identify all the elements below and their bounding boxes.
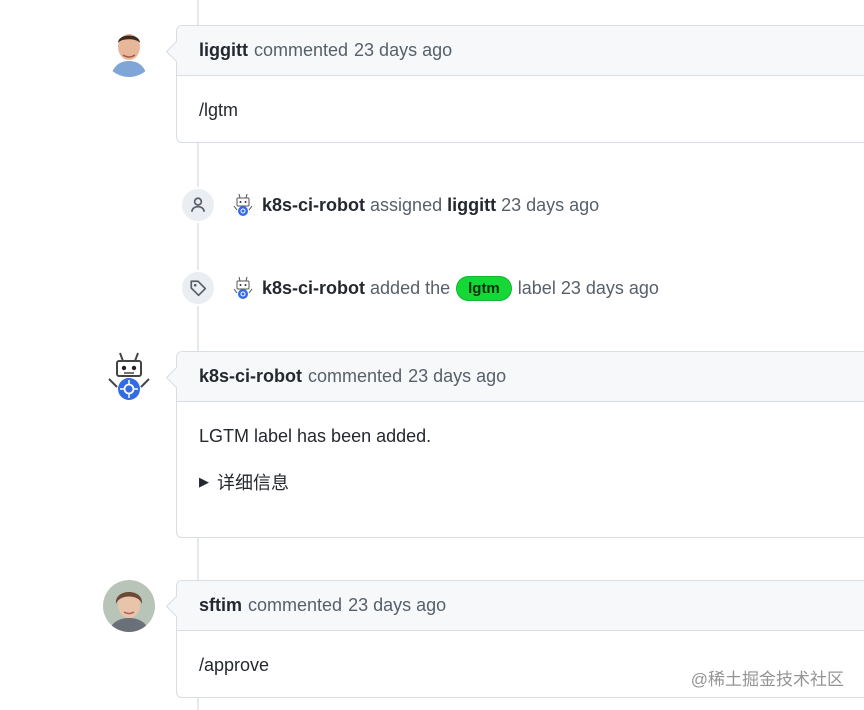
details-toggle[interactable]: ▶ 详细信息 <box>199 469 853 495</box>
comment-author[interactable]: liggitt <box>199 40 248 61</box>
avatar-liggitt[interactable] <box>103 25 155 77</box>
robot-avatar-icon <box>108 352 150 400</box>
comment-verb: commented <box>308 366 403 386</box>
watermark: @稀土掘金技术社区 <box>690 670 844 689</box>
robot-avatar-icon[interactable] <box>230 192 256 218</box>
comment-author[interactable]: k8s-ci-robot <box>199 366 302 387</box>
event-action: assigned <box>370 194 443 215</box>
avatar-k8s-ci-robot[interactable] <box>103 351 155 403</box>
comment-time[interactable]: 23 days ago <box>348 595 446 616</box>
person-photo-icon <box>103 580 155 632</box>
comment-body: /lgtm <box>199 100 239 120</box>
comment-k8s-ci-robot: k8s-ci-robot commented 23 days ago LGTM … <box>176 351 864 538</box>
person-photo-icon <box>103 25 155 77</box>
timeline-event-assigned: k8s-ci-robot assigned liggitt 23 days ag… <box>180 187 599 223</box>
comment-text: LGTM label has been added. <box>199 426 432 446</box>
comment-verb: commented <box>248 595 343 615</box>
label-badge-lgtm[interactable]: lgtm <box>456 275 512 301</box>
comment-verb: commented <box>253 40 349 60</box>
event-action-after: label <box>517 277 556 298</box>
tag-icon <box>180 270 216 306</box>
person-icon <box>180 187 216 223</box>
comment-time[interactable]: 23 days ago <box>408 366 506 387</box>
event-time[interactable]: 23 days ago <box>501 195 599 216</box>
event-action-before: added the <box>370 277 451 298</box>
event-time[interactable]: 23 days ago <box>561 278 659 299</box>
event-actor[interactable]: k8s-ci-robot <box>262 278 365 299</box>
event-actor[interactable]: k8s-ci-robot <box>262 195 365 216</box>
comment-header: k8s-ci-robot commented 23 days ago <box>177 352 864 402</box>
avatar-sftim[interactable] <box>103 580 155 632</box>
disclosure-triangle-icon: ▶ <box>199 474 209 489</box>
comment-header: liggitt commented 23 days ago <box>177 26 864 76</box>
comment-liggitt: liggitt commented 23 days ago /lgtm <box>176 25 864 143</box>
comment-body: LGTM label has been added. ▶ 详细信息 <box>177 402 864 495</box>
comment-author[interactable]: sftim <box>199 595 242 616</box>
event-target[interactable]: liggitt <box>447 195 496 216</box>
timeline-event-labeled: k8s-ci-robot added the lgtm label 23 day… <box>180 270 659 306</box>
details-label: 详细信息 <box>217 473 289 493</box>
comment-header: sftim commented 23 days ago <box>177 581 864 631</box>
robot-avatar-icon[interactable] <box>230 275 256 301</box>
comment-time[interactable]: 23 days ago <box>354 40 452 61</box>
